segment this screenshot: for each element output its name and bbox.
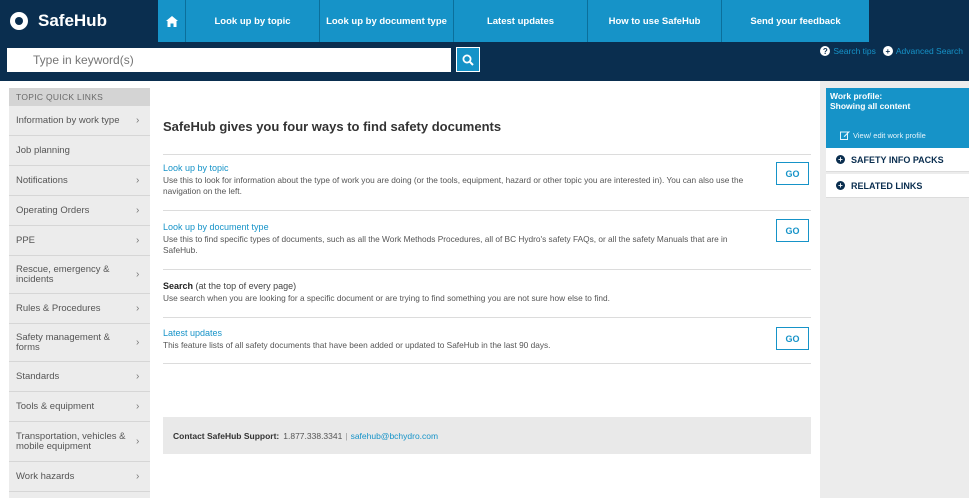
nav-look-up-by-topic[interactable]: Look up by topic — [186, 0, 320, 42]
edit-work-profile-link[interactable]: View/ edit work profile — [840, 130, 926, 140]
section-description: Use search when you are looking for a sp… — [163, 293, 610, 303]
brand-name: SafeHub — [38, 11, 107, 30]
plus-circle-icon: + — [836, 155, 845, 164]
contact-support: Contact SafeHub Support: 1.877.338.3341 … — [163, 417, 811, 454]
sidebar-item-standards[interactable]: Standards › — [9, 362, 150, 392]
main-content: SafeHub gives you four ways to find safe… — [150, 81, 820, 498]
home-icon — [165, 15, 178, 27]
chevron-right-icon: › — [136, 436, 140, 447]
section-title-link[interactable]: Latest updates — [163, 328, 222, 338]
section-description: Use this to find specific types of docum… — [163, 234, 728, 255]
contact-phone: 1.877.338.3341 — [283, 430, 343, 441]
sidebar-item-label: Operating Orders — [16, 204, 90, 216]
go-button-topic[interactable]: GO — [776, 162, 809, 185]
search-input[interactable] — [7, 48, 451, 72]
sidebar-item-label: Work hazards — [16, 470, 75, 482]
section-search: Search (at the top of every page) Use se… — [163, 269, 811, 317]
section-look-up-by-topic: Look up by topic Use this to look for in… — [163, 154, 811, 210]
sidebar-header: TOPIC QUICK LINKS — [9, 88, 150, 106]
home-button[interactable] — [158, 0, 186, 42]
sidebar-item-safety-management[interactable]: Safety management & forms › — [9, 324, 150, 362]
sidebar-item-label: Standards — [16, 370, 60, 382]
sidebar-item-transportation-vehicles[interactable]: Transportation, vehicles & mobile equipm… — [9, 422, 150, 462]
advanced-search-label: Advanced Search — [895, 46, 963, 56]
section-look-up-by-document-type: Look up by document type Use this to fin… — [163, 210, 811, 269]
search-tips-label: Search tips — [833, 46, 876, 56]
chevron-right-icon: › — [136, 235, 140, 246]
safehub-logo-icon — [10, 12, 28, 30]
search-bar: ? Search tips + Advanced Search — [0, 42, 969, 81]
chevron-right-icon: › — [136, 115, 140, 126]
sidebar-item-label: Rules & Procedures — [16, 302, 101, 314]
sidebar-item-label: Notifications — [16, 174, 68, 186]
chevron-right-icon: › — [136, 401, 140, 412]
chevron-right-icon: › — [136, 471, 140, 482]
contact-label: Contact SafeHub Support: — [173, 430, 280, 441]
chevron-right-icon: › — [136, 175, 140, 186]
nav-look-up-by-document-type[interactable]: Look up by document type — [320, 0, 454, 42]
search-button[interactable] — [456, 47, 480, 72]
section-latest-updates: Latest updates This feature lists of all… — [163, 317, 811, 363]
section-description: Use this to look for information about t… — [163, 175, 744, 196]
chevron-right-icon: › — [136, 303, 140, 314]
sidebar-item-label: Safety management & forms — [16, 331, 110, 353]
search-section-title: Search — [163, 281, 194, 291]
section-title-link[interactable]: Look up by document type — [163, 222, 269, 232]
safety-info-packs-label: SAFETY INFO PACKS — [851, 154, 944, 165]
sidebar-item-job-planning[interactable]: Job planning — [9, 136, 150, 166]
advanced-search-link[interactable]: + Advanced Search — [882, 46, 963, 56]
sidebar-item-label: Job planning — [16, 144, 70, 156]
search-links: ? Search tips + Advanced Search — [820, 46, 963, 56]
work-profile-value: Showing all content — [830, 101, 911, 111]
search-section-suffix: (at the top of every page) — [195, 281, 297, 291]
sidebar-item-label: Transportation, vehicles & mobile equipm… — [16, 430, 126, 452]
right-panel: Work profile: Showing all content View/ … — [820, 81, 969, 498]
top-nav: SafeHub Look up by topic Look up by docu… — [0, 0, 969, 42]
related-links-label: RELATED LINKS — [851, 180, 923, 191]
sidebar-item-operating-orders[interactable]: Operating Orders › — [9, 196, 150, 226]
chevron-right-icon: › — [136, 371, 140, 382]
sidebar-item-ppe[interactable]: PPE › — [9, 226, 150, 256]
edit-work-profile-label: View/ edit work profile — [853, 130, 926, 140]
section-title-link[interactable]: Look up by topic — [163, 163, 229, 173]
topic-sidebar: TOPIC QUICK LINKS Information by work ty… — [9, 88, 150, 498]
plus-circle-icon: + — [836, 181, 845, 190]
search-icon — [462, 54, 474, 66]
sidebar-item-label: Tools & equipment — [16, 400, 95, 412]
chevron-right-icon: › — [136, 337, 140, 348]
contact-email-link[interactable]: safehub@bchydro.com — [351, 431, 439, 441]
section-title: Search (at the top of every page) — [163, 281, 296, 291]
contact-separator: | — [345, 430, 348, 441]
sidebar-item-label: PPE — [16, 234, 36, 246]
section-divider — [163, 363, 811, 364]
search-tips-link[interactable]: ? Search tips — [820, 46, 876, 56]
edit-icon — [840, 131, 850, 140]
nav-latest-updates[interactable]: Latest updates — [454, 0, 588, 42]
page-title: SafeHub gives you four ways to find safe… — [163, 119, 502, 134]
nav-how-to-use[interactable]: How to use SafeHub — [588, 0, 722, 42]
go-button-document-type[interactable]: GO — [776, 219, 809, 242]
work-profile-box: Work profile: Showing all content View/ … — [826, 88, 969, 148]
related-links-toggle[interactable]: + RELATED LINKS — [826, 174, 969, 198]
safehub-logo[interactable]: SafeHub — [0, 0, 158, 42]
sidebar-item-information-by-work-type[interactable]: Information by work type › — [9, 106, 150, 136]
sidebar-item-rules-procedures[interactable]: Rules & Procedures › — [9, 294, 150, 324]
chevron-right-icon: › — [136, 269, 140, 280]
sidebar-item-label: Information by work type — [16, 114, 120, 126]
section-description: This feature lists of all safety documen… — [163, 340, 551, 350]
work-profile-label: Work profile: — [830, 91, 883, 101]
sidebar-item-tools-equipment[interactable]: Tools & equipment › — [9, 392, 150, 422]
go-button-latest-updates[interactable]: GO — [776, 327, 809, 350]
safety-info-packs-toggle[interactable]: + SAFETY INFO PACKS — [826, 148, 969, 172]
plus-circle-icon: + — [882, 46, 893, 56]
sidebar-item-work-hazards[interactable]: Work hazards › — [9, 462, 150, 492]
chevron-right-icon: › — [136, 205, 140, 216]
nav-send-feedback[interactable]: Send your feedback — [722, 0, 869, 42]
help-icon: ? — [820, 46, 831, 56]
sidebar-item-rescue-emergency[interactable]: Rescue, emergency & incidents › — [9, 256, 150, 294]
sidebar-item-label: Rescue, emergency & incidents — [16, 263, 110, 285]
sidebar-item-notifications[interactable]: Notifications › — [9, 166, 150, 196]
